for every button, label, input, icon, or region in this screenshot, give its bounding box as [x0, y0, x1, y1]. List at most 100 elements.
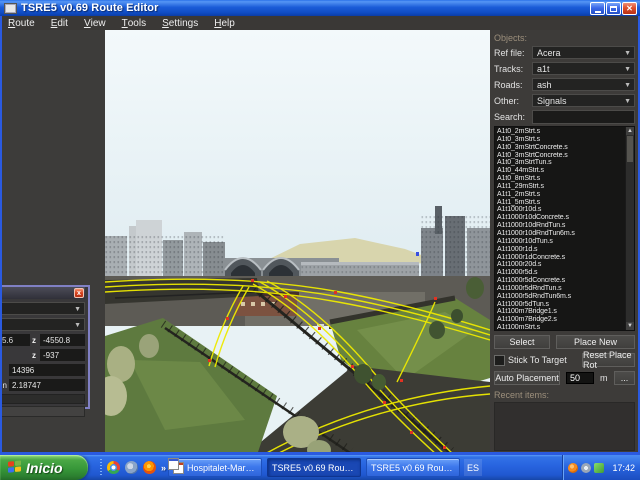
browser-icon[interactable]: [125, 461, 138, 474]
taskbar-button-tsre5-active[interactable]: TSRE5 v0.69 Route E...: [267, 458, 361, 477]
taskbar-button-tsre5[interactable]: TSRE5 v0.69 Route E...: [366, 458, 460, 477]
coord-x-input[interactable]: 5.6: [0, 334, 30, 346]
language-indicator[interactable]: ES: [464, 459, 482, 476]
object-list-item[interactable]: A1t0_2mStrt.s: [497, 128, 625, 136]
object-list-item[interactable]: A1t100mStrt.s: [497, 324, 625, 331]
z-label: z: [32, 336, 38, 345]
object-list-item[interactable]: A1t1000r10dRndTun.s: [497, 222, 625, 230]
viewport-scene: [105, 30, 490, 455]
object-list-item[interactable]: A1t1000r10dTun.s: [497, 238, 625, 246]
object-list-item[interactable]: A1t0_3mStrtTun.s: [497, 159, 625, 167]
menu-item[interactable]: Route: [0, 16, 43, 30]
overflow-chevron-icon[interactable]: »: [161, 463, 166, 473]
properties-row-light[interactable]: [0, 406, 85, 417]
object-list-item[interactable]: A1t1000r10d.s: [497, 206, 625, 214]
firefox-icon[interactable]: [143, 461, 156, 474]
chrome-icon[interactable]: [107, 461, 120, 474]
object-list-item[interactable]: A1t1000r20d.s: [497, 261, 625, 269]
object-list-item[interactable]: A1t0_44mStrt.s: [497, 167, 625, 175]
menu-item[interactable]: Help: [206, 16, 243, 30]
divider: [100, 459, 102, 477]
value-input-1[interactable]: 14396: [9, 364, 85, 376]
object-list-item[interactable]: A1t0_8mStrt.s: [497, 175, 625, 183]
recent-items-list[interactable]: [494, 402, 635, 451]
close-icon[interactable]: x: [74, 288, 84, 298]
scroll-down-icon[interactable]: ▼: [626, 322, 634, 330]
chevron-down-icon: ▼: [74, 306, 81, 313]
object-list-item[interactable]: A1t100m7Bridge1.s: [497, 308, 625, 316]
object-list-item[interactable]: A1t0_3mStrtConcrete.s: [497, 144, 625, 152]
taskbar-buttons: Hospitalet-Martorell ... TSRE5 v0.69 Rou…: [168, 458, 460, 477]
menu-item[interactable]: Edit: [43, 16, 76, 30]
windows-flag-icon: [8, 460, 22, 474]
maximize-button[interactable]: [606, 2, 621, 15]
clock[interactable]: 17:42: [612, 463, 635, 473]
object-list-item[interactable]: A1t1000r5dRndTun6m.s: [497, 293, 625, 301]
close-button[interactable]: ✕: [622, 2, 637, 15]
more-options-button[interactable]: ...: [614, 371, 635, 385]
antivirus-tray-icon[interactable]: [568, 463, 578, 473]
object-list-item[interactable]: A1t1000r10dConcrete.s: [497, 214, 625, 222]
chevron-down-icon: ▼: [74, 322, 81, 329]
start-button[interactable]: Inicio: [0, 455, 88, 480]
tray-icon-green[interactable]: [594, 463, 604, 473]
properties-window[interactable]: x ▼ ▼ 5.6 z -4550.8 z -937 14396 n 2.187…: [0, 285, 90, 409]
scrollbar-thumb[interactable]: [627, 136, 633, 162]
tsre5-route-editor-window: TSRE5 v0.69 Route Editor ✕ RouteEditView…: [0, 0, 640, 480]
object-list-item[interactable]: A1t1000r1d.s: [497, 246, 625, 254]
object-list-item[interactable]: A1t0_3mStrtConcrete.s: [497, 152, 625, 160]
stick-to-target-label: Stick To Target: [508, 355, 567, 365]
object-list-item[interactable]: A1t1000r5d.s: [497, 269, 625, 277]
roads-dropdown[interactable]: ash ▼: [532, 78, 635, 91]
select-button[interactable]: Select: [494, 335, 550, 349]
object-list-item[interactable]: A1t1000r10dRndTun6m.s: [497, 230, 625, 238]
taskbar-button-hospitalet[interactable]: Hospitalet-Martorell ...: [168, 458, 262, 477]
app-icon: [4, 3, 17, 14]
object-list-item[interactable]: A1t1_2mStrt.s: [497, 191, 625, 199]
roads-label: Roads:: [494, 80, 532, 90]
object-list-item[interactable]: A1t1000r5dRndTun.s: [497, 285, 625, 293]
coord-z-input[interactable]: -4550.8: [40, 334, 85, 346]
window-title: TSRE5 v0.69 Route Editor: [21, 2, 159, 14]
objects-panel-title: Objects:: [494, 33, 635, 43]
object-list-scrollbar[interactable]: ▲ ▼: [625, 127, 634, 330]
object-list[interactable]: A1t0_2mStrt.sA1t0_3mStrt.sA1t0_3mStrtCon…: [494, 126, 635, 331]
tracks-label: Tracks:: [494, 64, 532, 74]
object-list-item[interactable]: A1t1_29mStrt.s: [497, 183, 625, 191]
properties-window-titlebar[interactable]: x: [0, 287, 85, 299]
stick-to-target-checkbox[interactable]: [494, 355, 505, 366]
object-list-item[interactable]: A1t1000r5dConcrete.s: [497, 277, 625, 285]
value-input-2[interactable]: 2.18747: [9, 379, 85, 391]
chevron-down-icon: ▼: [624, 50, 631, 57]
other-value: Signals: [537, 96, 567, 106]
menu-item[interactable]: Tools: [114, 16, 154, 30]
ref-file-value: Acera: [537, 48, 561, 58]
placement-distance-input[interactable]: 50: [566, 372, 594, 384]
properties-row-dark[interactable]: [0, 394, 85, 404]
other-dropdown[interactable]: Signals ▼: [532, 94, 635, 107]
quick-launch-bar: »: [96, 455, 177, 480]
object-list-item[interactable]: A1t1000r1dConcrete.s: [497, 254, 625, 262]
ref-file-dropdown[interactable]: Acera ▼: [532, 46, 635, 59]
object-list-item[interactable]: A1t1_5mStrt.s: [497, 199, 625, 207]
tray-icon-gray[interactable]: [581, 463, 591, 473]
minimize-button[interactable]: [590, 2, 605, 15]
scroll-up-icon[interactable]: ▲: [626, 127, 634, 135]
reset-place-rot-button[interactable]: Reset Place Rot: [582, 353, 635, 367]
objects-panel: Objects: Ref file: Acera ▼ Tracks: a1t ▼…: [490, 30, 638, 453]
object-list-item[interactable]: A1t100m7Bridge2.s: [497, 316, 625, 324]
place-new-button[interactable]: Place New: [556, 335, 635, 349]
title-bar[interactable]: TSRE5 v0.69 Route Editor ✕: [0, 0, 640, 16]
search-input[interactable]: [532, 110, 635, 124]
object-list-item[interactable]: A1t1000r5dTun.s: [497, 301, 625, 309]
tracks-dropdown[interactable]: a1t ▼: [532, 62, 635, 75]
coord-z2-input[interactable]: -937: [40, 349, 85, 361]
object-list-item[interactable]: A1t0_3mStrt.s: [497, 136, 625, 144]
properties-dropdown-2[interactable]: ▼: [0, 318, 85, 331]
route-3d-viewport[interactable]: [105, 30, 490, 455]
auto-placement-button[interactable]: Auto Placement: [494, 371, 560, 385]
properties-dropdown-1[interactable]: ▼: [0, 302, 85, 315]
chevron-down-icon: ▼: [624, 66, 631, 73]
menu-item[interactable]: Settings: [154, 16, 206, 30]
menu-item[interactable]: View: [76, 16, 114, 30]
